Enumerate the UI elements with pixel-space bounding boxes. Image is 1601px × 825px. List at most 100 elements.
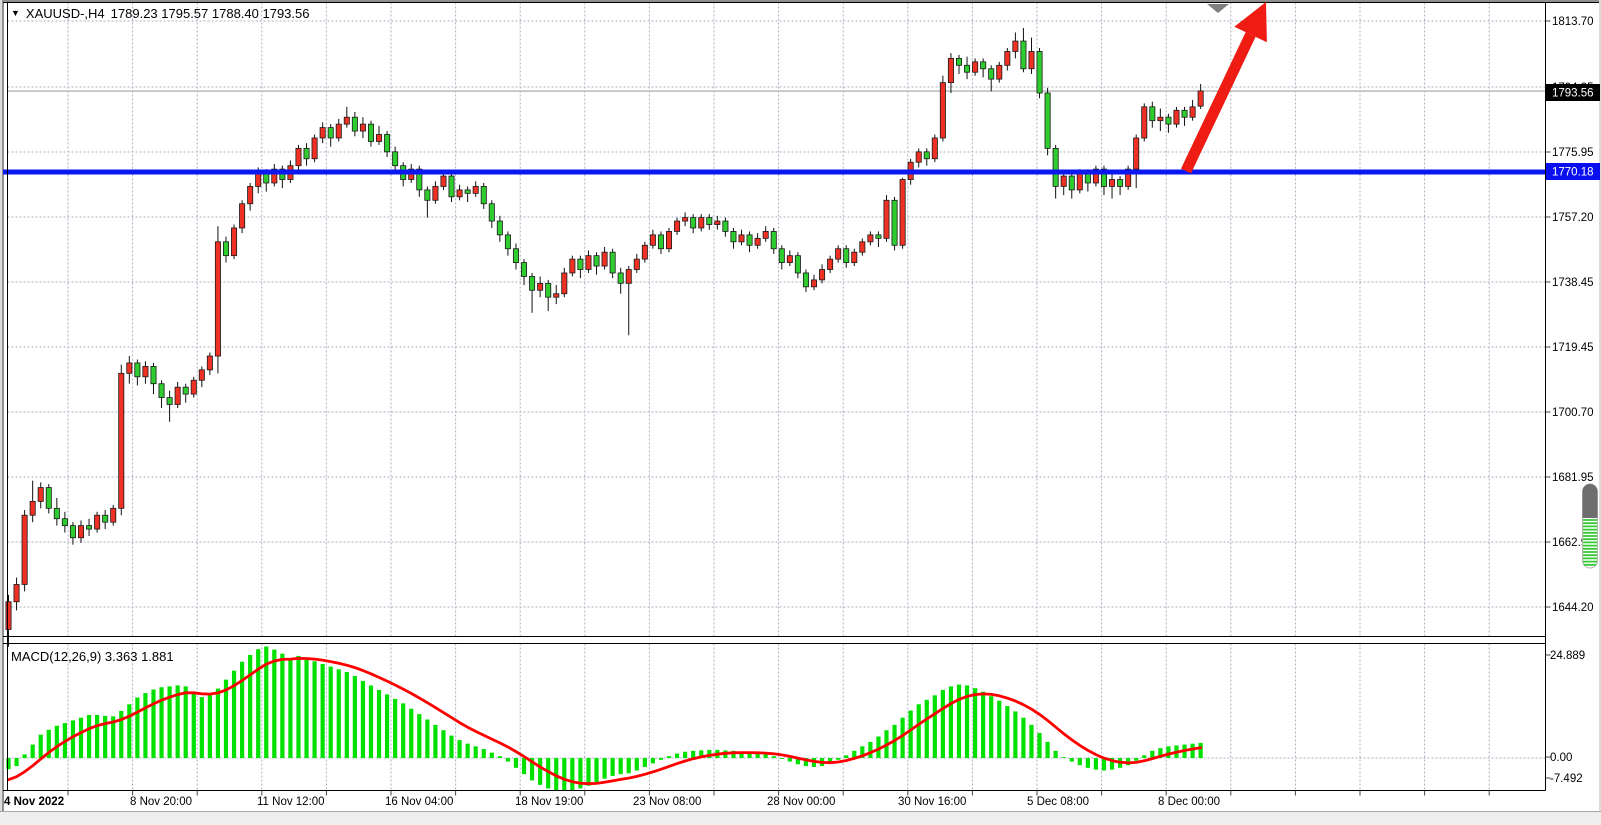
macd-bar (288, 658, 292, 758)
candle (1182, 110, 1187, 117)
scrollbar-thumb[interactable] (1583, 484, 1598, 568)
time-axis-label: 11 Nov 12:00 (257, 796, 325, 808)
candle (868, 235, 873, 242)
symbol-dropdown-icon[interactable]: ▼ (11, 8, 20, 18)
macd-bar (1078, 758, 1082, 765)
macd-bar (143, 693, 147, 758)
macd-bar (200, 697, 204, 758)
macd-bar (788, 758, 792, 762)
candle (457, 190, 462, 197)
candle (666, 231, 671, 248)
price-axis-label: 1813.70 (1552, 16, 1594, 28)
macd-bar (611, 758, 615, 776)
price-axis-label: 1681.95 (1552, 472, 1594, 484)
macd-bar (602, 758, 606, 779)
macd-bar (1062, 757, 1066, 758)
candle (30, 501, 35, 515)
candle (650, 235, 655, 245)
candle (207, 356, 212, 370)
price-axis-label: 1775.95 (1552, 147, 1594, 159)
time-axis-label: 23 Nov 08:00 (633, 796, 701, 808)
candle (771, 231, 776, 248)
macd-bar (514, 758, 518, 768)
candle (328, 128, 333, 138)
candle (62, 519, 67, 526)
candle (1142, 107, 1147, 138)
candle (127, 363, 132, 373)
time-axis-label: 28 Nov 00:00 (767, 796, 835, 808)
candle (78, 526, 83, 538)
price-axis-label: 1738.45 (1552, 277, 1594, 289)
candle (1005, 51, 1010, 65)
macd-bar (1142, 755, 1146, 758)
macd-bar (1086, 758, 1090, 768)
macd-bar (377, 690, 381, 758)
candle (14, 584, 19, 601)
macd-bar (764, 754, 768, 758)
candle (384, 135, 389, 152)
candle (505, 235, 510, 249)
candle (1134, 138, 1139, 169)
macd-bar (594, 758, 598, 782)
candle (989, 69, 994, 79)
candle (151, 366, 156, 383)
candle (723, 221, 728, 231)
candle (1045, 93, 1050, 148)
macd-axis-label: -7.492 (1550, 773, 1583, 785)
candle (296, 148, 301, 165)
candle (1117, 180, 1122, 187)
candle (747, 235, 752, 245)
candle (1077, 173, 1082, 190)
macd-bar (1134, 758, 1138, 761)
candle (111, 508, 116, 522)
macd-bar (506, 758, 510, 762)
macd-bar (570, 758, 574, 790)
candle (795, 256, 800, 273)
candle (425, 190, 430, 200)
candle (344, 117, 349, 124)
macd-bar (981, 692, 985, 758)
candle (393, 152, 398, 166)
macd-bar (159, 687, 163, 758)
macd-bar (208, 695, 212, 758)
candle (554, 294, 559, 297)
candle (22, 515, 27, 584)
macd-bar (361, 681, 365, 758)
candle (1198, 91, 1203, 106)
macd-bar (586, 758, 590, 786)
macd-indicator-label: MACD(12,26,9) 3.363 1.881 (11, 649, 174, 664)
candle (191, 380, 196, 394)
macd-bar (79, 718, 83, 758)
macd-bar (14, 758, 18, 766)
candle (473, 186, 478, 193)
chart-canvas[interactable]: 1813.701794.951775.951757.201738.451719.… (0, 0, 1601, 825)
candle (1013, 41, 1018, 51)
macd-bar (949, 686, 953, 758)
macd-bar (868, 742, 872, 758)
macd-bar (1013, 711, 1017, 758)
mt4-chart-window: { "header": { "dropdown_icon": "▼", "sym… (0, 0, 1601, 825)
macd-bar (474, 746, 478, 758)
macd-bar (1045, 742, 1049, 758)
candle (900, 180, 905, 246)
macd-bar (667, 756, 671, 758)
candle (70, 526, 75, 538)
macd-bar (619, 758, 623, 774)
candle (1029, 51, 1034, 68)
symbol-period-label: XAUUSD-,H4 (26, 6, 105, 21)
price-axis-label: 1700.70 (1552, 407, 1594, 419)
price-axis-label: 1644.20 (1552, 602, 1594, 614)
candle (183, 387, 188, 394)
candle (239, 204, 244, 228)
macd-bar (691, 751, 695, 758)
candle (932, 138, 937, 159)
macd-bar (635, 758, 639, 771)
candle (54, 508, 59, 518)
chart-title: ▼ XAUUSD-,H4 1789.23 1795.57 1788.40 179… (11, 6, 309, 21)
price-axis-label: 1719.45 (1552, 342, 1594, 354)
candle (175, 387, 180, 404)
candle (135, 363, 140, 377)
candle (368, 124, 373, 141)
macd-bar (240, 662, 244, 758)
candle (1166, 117, 1171, 124)
